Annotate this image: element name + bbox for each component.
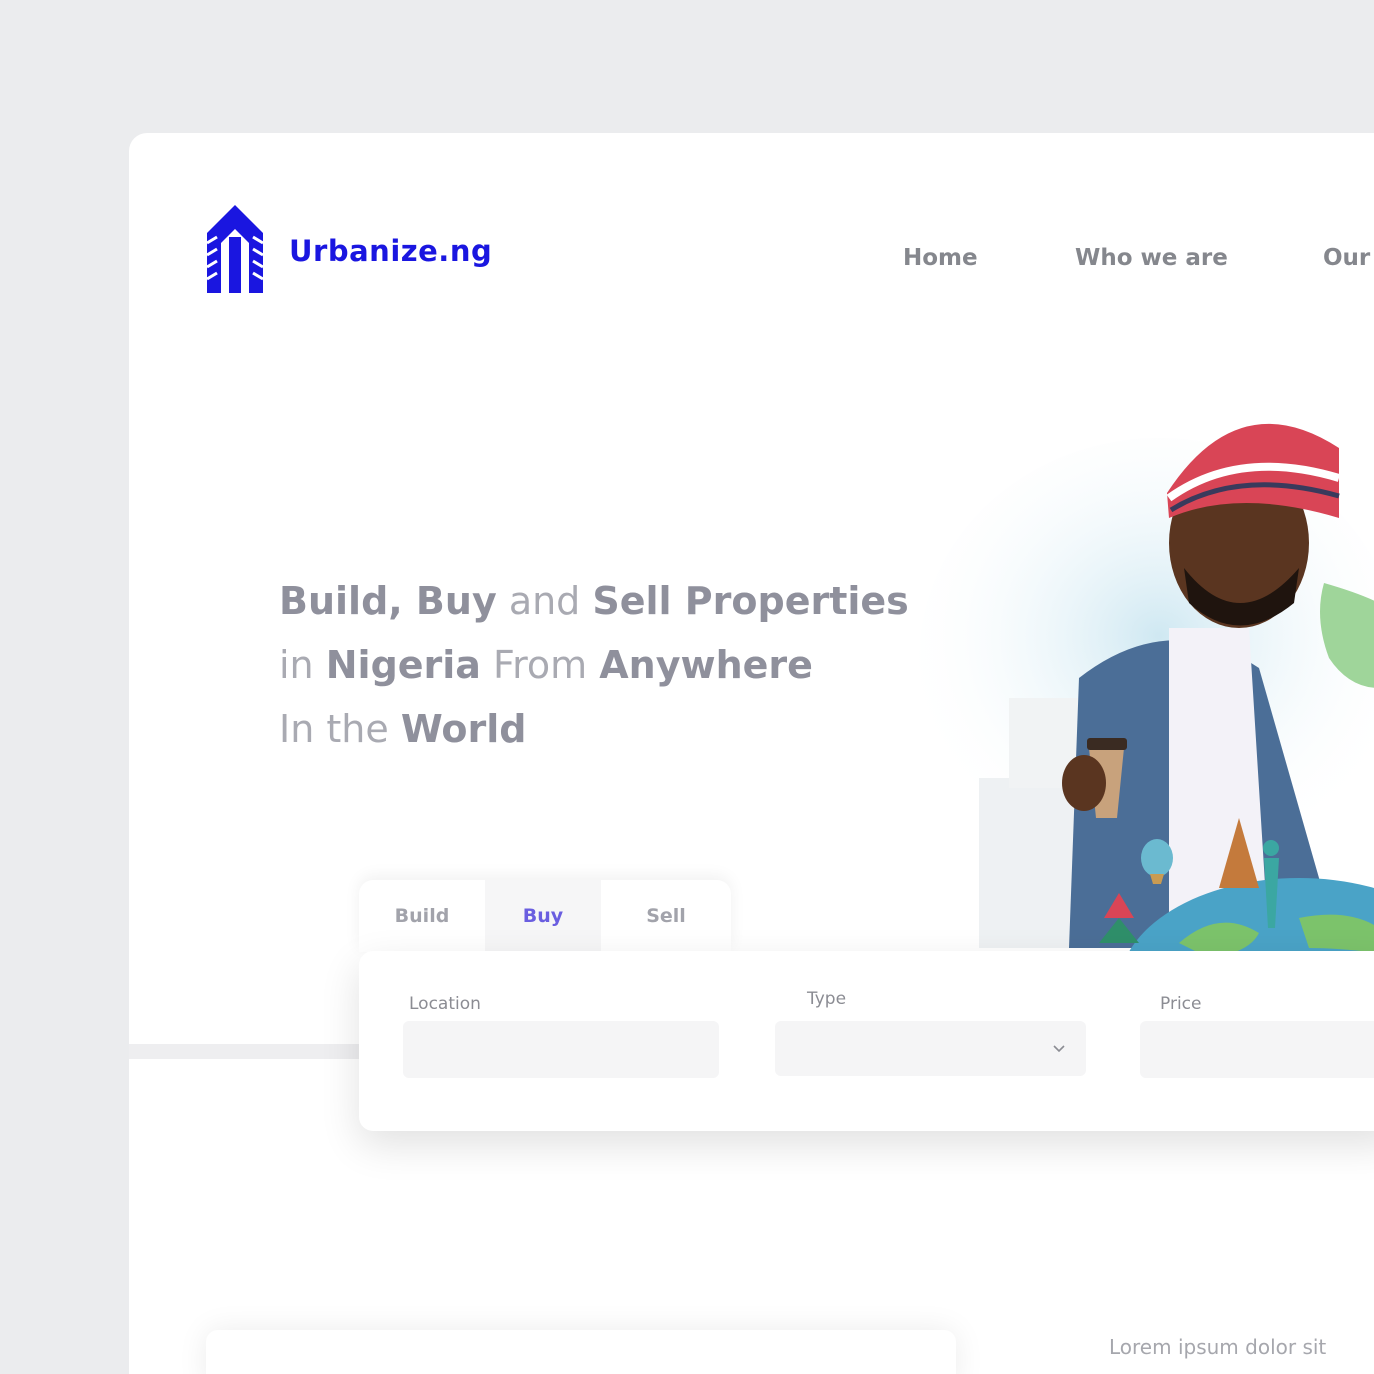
top-nav: Home Who we are Our (129, 245, 1374, 281)
nav-item-our[interactable]: Our (1323, 245, 1370, 271)
hero-text: Anywhere (599, 643, 813, 687)
lorem-text: Lorem ipsum dolor sit (1109, 1335, 1327, 1359)
nav-item-home[interactable]: Home (903, 245, 978, 271)
hero-line-3: In the World (279, 697, 909, 761)
hero-text: Build, Buy (279, 579, 497, 623)
hero-headline: Build, Buy and Sell Properties in Nigeri… (279, 569, 909, 761)
hero-text: World (400, 707, 527, 751)
tab-buy[interactable]: Buy (485, 880, 601, 952)
search-tabs: Build Buy Sell (359, 880, 731, 952)
price-label: Price (1160, 994, 1202, 1014)
hero-text: In the (279, 707, 401, 751)
type-select[interactable] (775, 1021, 1086, 1076)
preview-card (206, 1330, 956, 1374)
hero-text: Sell Properties (592, 579, 909, 623)
hero-line-1: Build, Buy and Sell Properties (279, 569, 909, 633)
nav-item-who-we-are[interactable]: Who we are (1075, 245, 1228, 271)
type-label: Type (807, 989, 847, 1009)
hero-text: From (480, 643, 600, 687)
hero-text: and (496, 579, 593, 623)
hero-illustration (919, 423, 1374, 953)
hero-text: in (279, 643, 326, 687)
location-label: Location (409, 994, 481, 1014)
property-search-panel: Location Type Price (359, 951, 1374, 1131)
landing-page-card: Urbanize.ng Home Who we are Our Build, B… (129, 133, 1374, 1374)
tab-build[interactable]: Build (359, 880, 485, 952)
chevron-down-icon (1053, 1045, 1065, 1053)
price-input[interactable] (1140, 1021, 1374, 1078)
hero-text: Nigeria (325, 643, 481, 687)
tab-sell[interactable]: Sell (601, 880, 731, 952)
hero-line-2: in Nigeria From Anywhere (279, 633, 909, 697)
location-input[interactable] (403, 1021, 719, 1078)
